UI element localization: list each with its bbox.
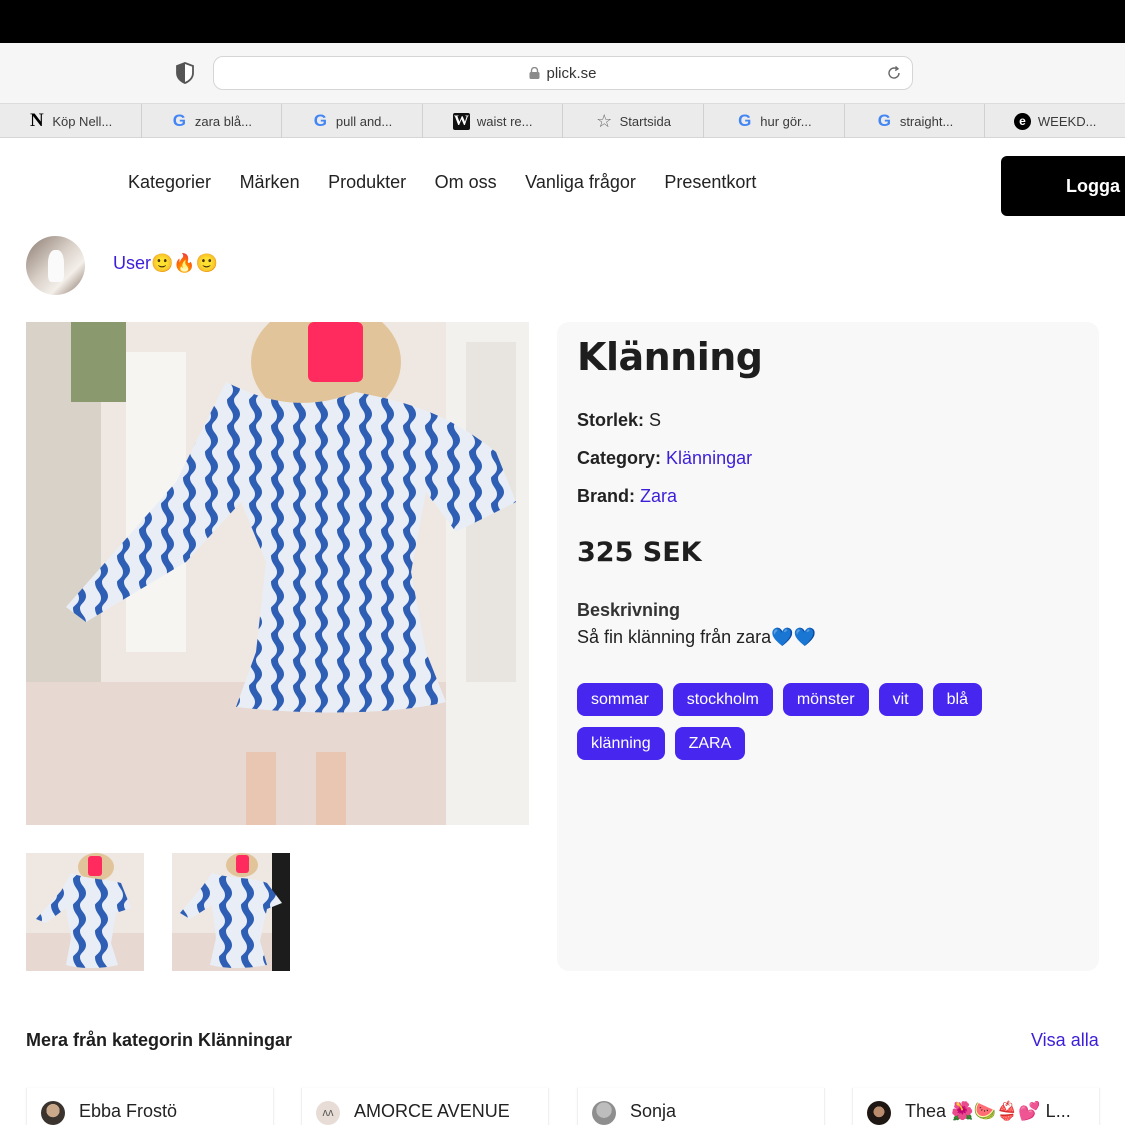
category-row: Category: Klänningar xyxy=(577,448,752,469)
brand-row: Brand: Zara xyxy=(577,486,677,507)
star-icon: ☆ xyxy=(596,110,613,131)
bookmark-item[interactable]: e WEEKD... xyxy=(984,104,1125,138)
login-label: Logga xyxy=(1066,175,1120,196)
bookmarks-bar: N Köp Nell... Gzara blå... Gpull and... W… xyxy=(0,104,1125,138)
seller-card[interactable]: Thea 🌺🍉👙💕 L... xyxy=(852,1088,1100,1125)
bookmark-label: zara blå... xyxy=(194,113,252,129)
tag-chip[interactable]: klänning xyxy=(577,727,665,760)
tag-chip[interactable]: blå xyxy=(932,683,982,716)
tag-chip[interactable]: ZARA xyxy=(674,727,746,760)
bookmark-item[interactable]: Wwaist re... xyxy=(421,104,563,138)
nav-item-vanliga-fragor[interactable]: Vanliga frågor xyxy=(525,172,636,193)
nav-item-produkter[interactable]: Produkter xyxy=(328,172,406,193)
bookmark-label: WEEKD... xyxy=(1037,113,1097,129)
seller-avatar xyxy=(41,1101,65,1125)
product-main-image[interactable] xyxy=(26,322,529,825)
system-menu-bar xyxy=(0,0,1125,43)
bookmark-item[interactable]: Gzara blå... xyxy=(140,104,282,138)
brand-link[interactable]: Zara xyxy=(640,486,677,506)
nav-item-marken[interactable]: Märken xyxy=(240,172,300,193)
reload-icon[interactable] xyxy=(886,65,902,81)
size-label: Storlek: xyxy=(577,410,645,430)
category-label: Category: xyxy=(577,448,662,468)
bookmark-item[interactable]: Ghur gör... xyxy=(703,104,844,138)
bookmark-label: straight... xyxy=(899,113,954,129)
seller-avatar xyxy=(592,1101,616,1125)
e-icon: e xyxy=(1013,112,1031,130)
product-thumbnail[interactable] xyxy=(172,853,290,971)
main-nav: Kategorier Märken Produkter Om oss Vanli… xyxy=(128,172,785,193)
description-text: Så fin klänning från zara💙💙 xyxy=(577,627,816,647)
size-row: Storlek: S xyxy=(577,410,661,431)
bookmark-label: hur gör... xyxy=(760,113,812,129)
bookmark-item[interactable]: ☆ Startsida xyxy=(562,104,703,138)
notion-icon: N xyxy=(29,110,44,131)
seller-name: Ebba Frostö xyxy=(79,1101,178,1121)
tag-chip[interactable]: mönster xyxy=(782,683,869,716)
nav-item-kategorier[interactable]: Kategorier xyxy=(128,172,211,193)
bookmark-item[interactable]: N Köp Nell... xyxy=(0,104,141,138)
google-icon: G xyxy=(738,111,752,130)
seller-card[interactable]: ʌʌ AMORCE AVENUE xyxy=(301,1088,549,1125)
lock-icon xyxy=(529,67,540,79)
seller-name: AMORCE AVENUE xyxy=(354,1101,510,1121)
bookmark-label: Köp Nell... xyxy=(52,113,113,129)
nav-item-om-oss[interactable]: Om oss xyxy=(435,172,497,193)
tag-chip[interactable]: stockholm xyxy=(672,683,773,716)
user-name-link[interactable]: User🙂🔥🙂 xyxy=(113,253,218,274)
seller-card[interactable]: Ebba Frostö xyxy=(26,1088,274,1125)
seller-avatar xyxy=(867,1101,891,1125)
google-icon: G xyxy=(877,111,891,130)
google-icon: G xyxy=(172,111,186,130)
bookmark-label: pull and... xyxy=(335,113,393,129)
google-icon: G xyxy=(313,111,327,130)
url-text: plick.se xyxy=(546,64,597,82)
tag-chip[interactable]: vit xyxy=(878,683,923,716)
product-title: Klänning xyxy=(577,335,763,379)
brand-label: Brand: xyxy=(577,486,635,506)
address-bar[interactable]: plick.se xyxy=(213,56,913,90)
privacy-shield-icon[interactable] xyxy=(175,62,195,84)
seller-name: Sonja xyxy=(630,1101,677,1121)
category-link[interactable]: Klänningar xyxy=(666,448,752,468)
section-title: Mera från kategorin Klänningar xyxy=(26,1030,293,1050)
user-avatar[interactable] xyxy=(26,236,85,295)
bookmark-item[interactable]: Gpull and... xyxy=(281,104,422,138)
tag-list: sommar stockholm mönster vit blå klännin… xyxy=(577,683,1077,760)
bookmark-item[interactable]: Gstraight... xyxy=(843,104,985,138)
seller-card[interactable]: Sonja xyxy=(577,1088,825,1125)
product-thumbnail[interactable] xyxy=(26,853,144,971)
tag-chip[interactable]: sommar xyxy=(577,683,663,716)
bookmark-label: waist re... xyxy=(476,113,533,129)
see-all-link[interactable]: Visa alla xyxy=(1031,1030,1099,1051)
login-button[interactable]: Logga xyxy=(1001,156,1125,216)
seller-name: Thea 🌺🍉👙💕 L... xyxy=(905,1101,1071,1121)
product-price: 325 SEK xyxy=(577,537,702,568)
description-label: Beskrivning xyxy=(577,600,681,620)
seller-avatar: ʌʌ xyxy=(316,1101,340,1125)
bookmark-label: Startsida xyxy=(619,113,671,129)
nav-item-presentkort[interactable]: Presentkort xyxy=(664,172,756,193)
w-icon: W xyxy=(452,112,470,130)
size-value: S xyxy=(649,410,662,430)
